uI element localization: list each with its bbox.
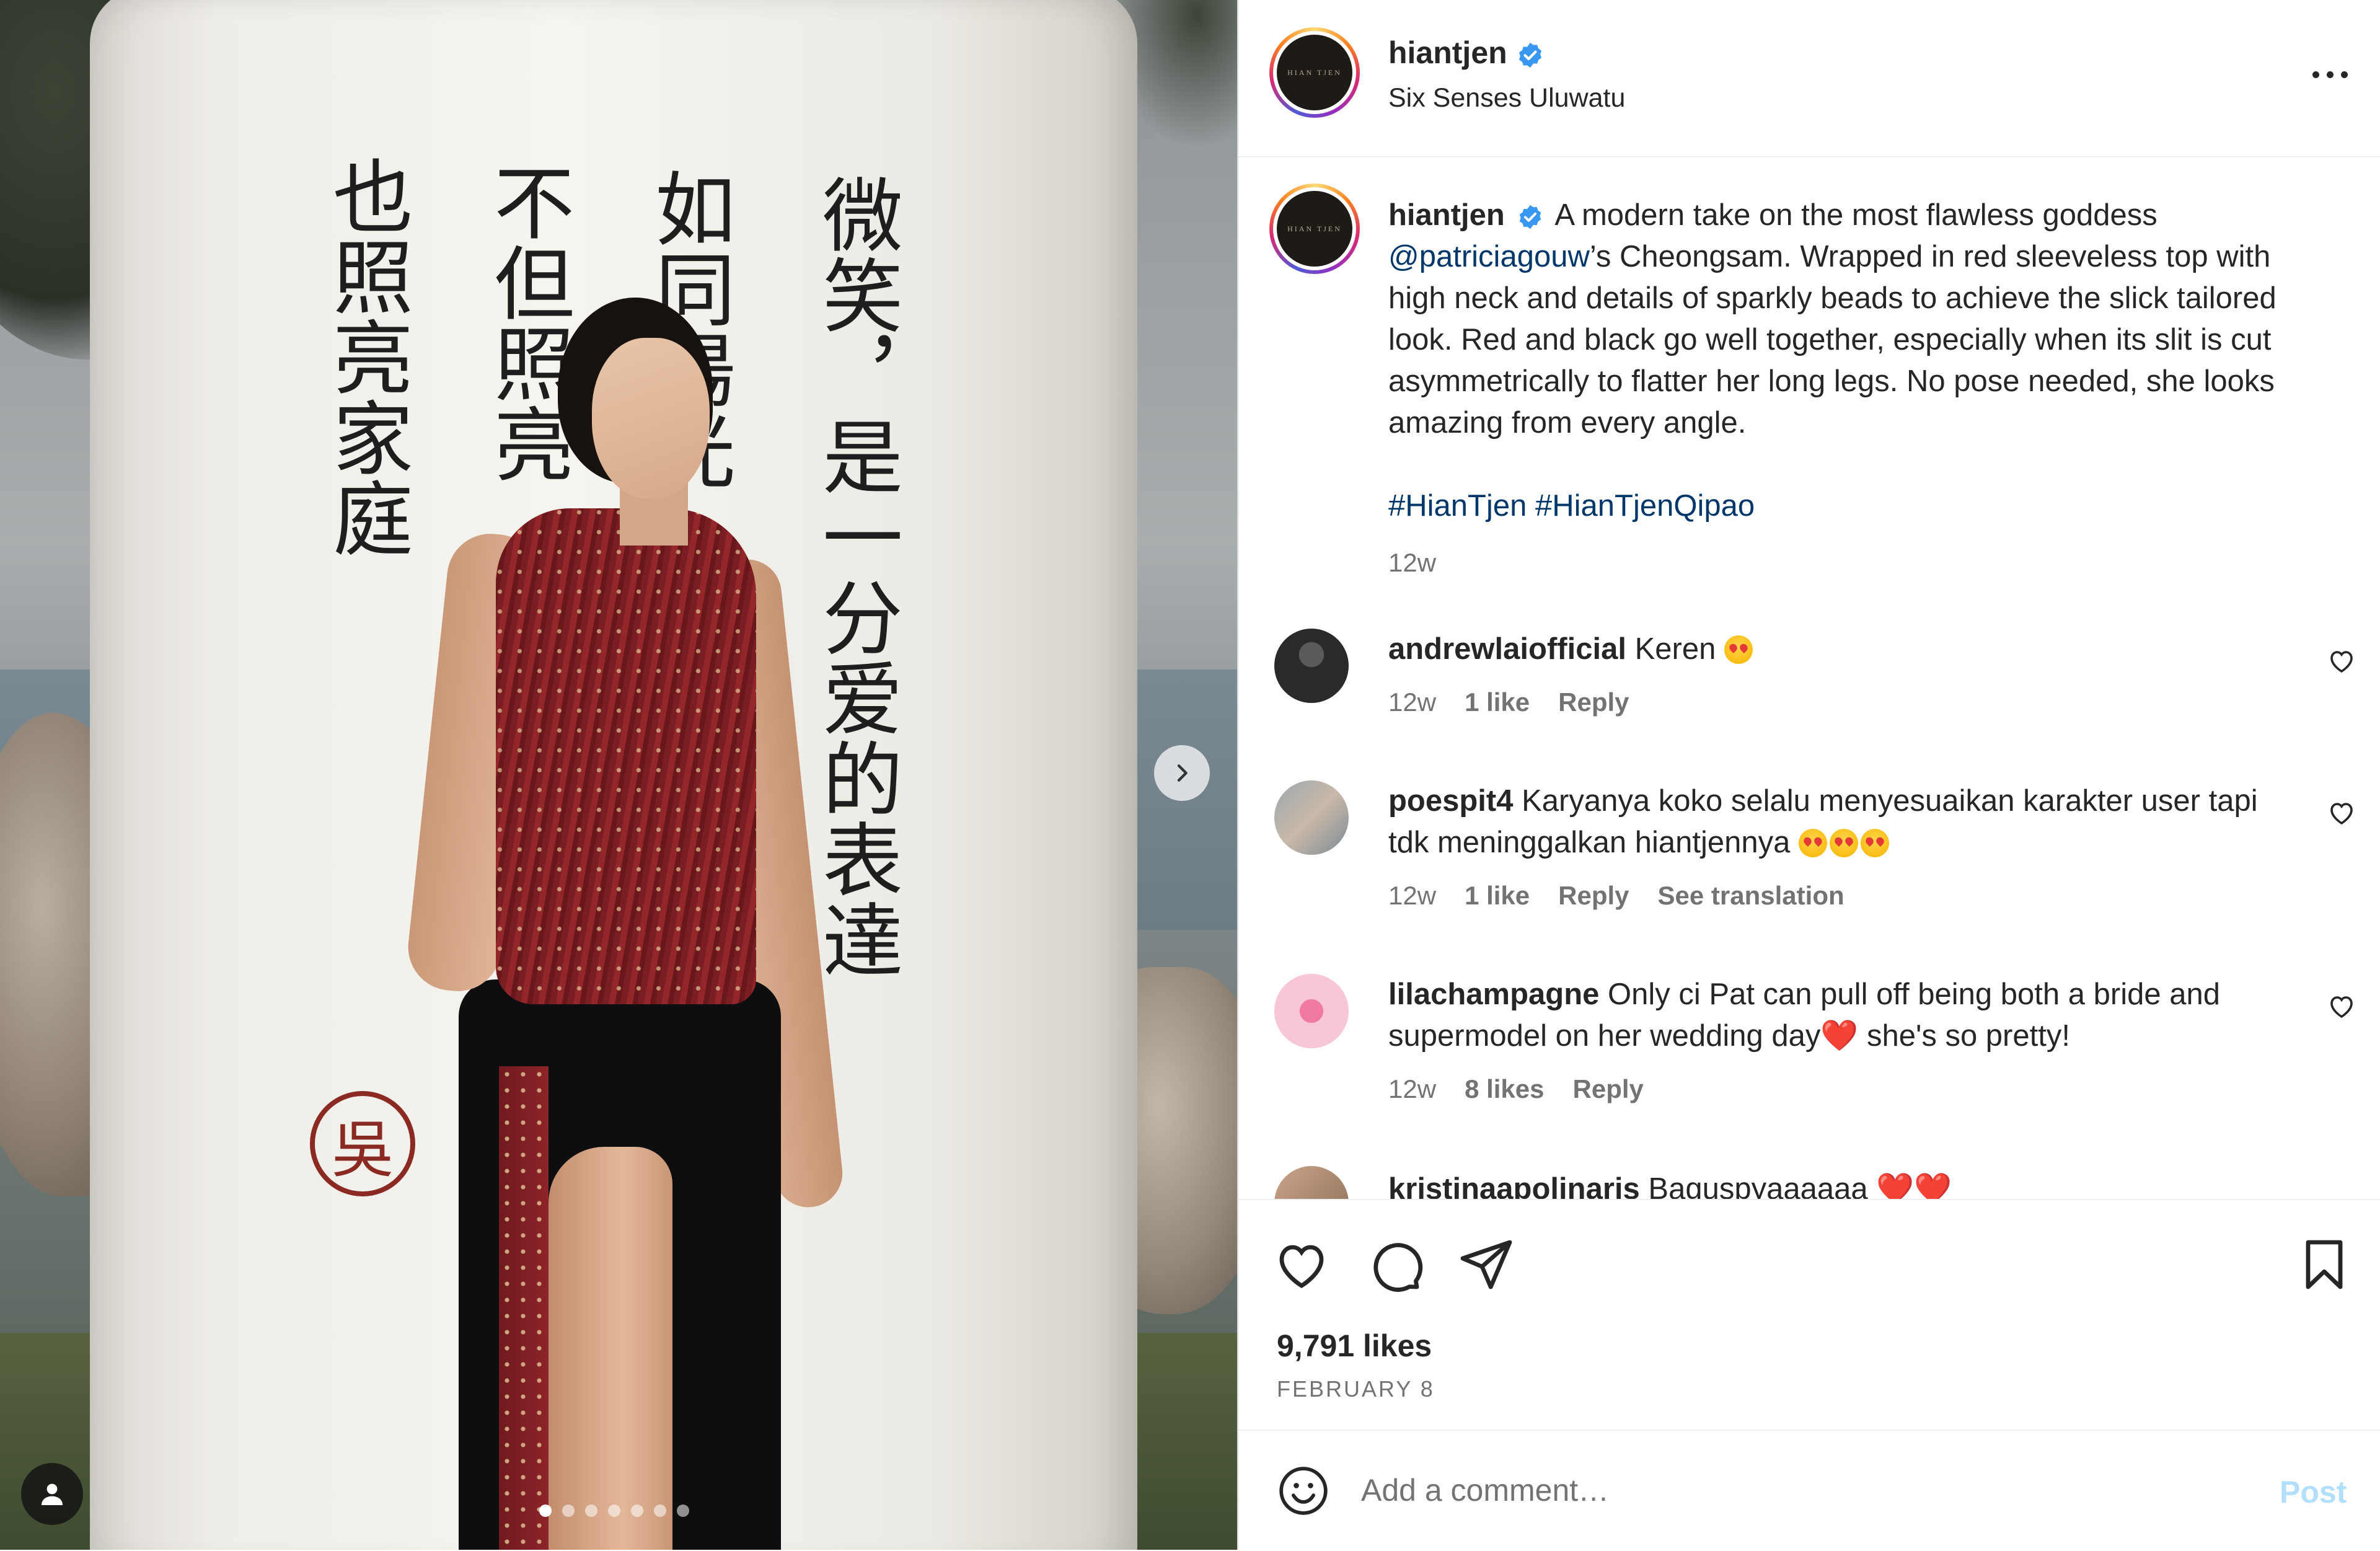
reply-button[interactable]: Reply	[1558, 681, 1629, 723]
caption-username[interactable]: hiantjen	[1388, 198, 1505, 232]
comment-likes[interactable]: 1 like	[1465, 875, 1530, 916]
caption-author-avatar[interactable]: HIAN TJEN	[1269, 183, 1360, 274]
like-count[interactable]: 9,791 likes	[1277, 1328, 1432, 1364]
commenter-username[interactable]: kristinaapolinaris	[1388, 1172, 1640, 1199]
carousel-indicator	[539, 1505, 689, 1517]
post-detail-panel: HIAN TJEN hiantjen Six Senses Uluwatu HI…	[1237, 0, 2380, 1550]
commenter-username[interactable]: andrewlaiofficial	[1388, 632, 1626, 666]
like-comment-heart-icon[interactable]	[2327, 991, 2356, 1021]
tagged-users-button[interactable]	[21, 1463, 83, 1525]
commenter-avatar[interactable]	[1274, 1166, 1349, 1199]
commenter-username[interactable]: lilachampagne	[1388, 978, 1599, 1011]
model-red-beaded-top	[496, 508, 756, 1004]
brand-logo: HIAN TJEN	[1277, 191, 1352, 267]
carousel-next-button[interactable]	[1154, 745, 1210, 801]
carousel-dot	[677, 1505, 689, 1517]
heart-eyes-emoji-icon	[1798, 829, 1827, 857]
comment-input[interactable]	[1360, 1462, 2180, 1519]
comment-likes[interactable]: 1 like	[1465, 681, 1530, 723]
commenter-username[interactable]: poespit4	[1388, 784, 1513, 818]
carousel-dot	[654, 1505, 666, 1517]
commenter-avatar[interactable]	[1274, 629, 1349, 703]
carousel-dot	[539, 1505, 552, 1517]
comment-meta: 12w 1 like Reply	[1388, 681, 2281, 723]
see-translation-button[interactable]: See translation	[1658, 875, 1844, 916]
carousel-dot	[585, 1505, 597, 1517]
heart-eyes-emoji-icon	[1860, 829, 1889, 857]
post-caption: hiantjen A modern take on the most flawl…	[1388, 195, 2318, 583]
comment-time[interactable]: 12w	[1388, 1068, 1436, 1110]
comment-text: Keren	[1634, 632, 1716, 666]
hashtag-link[interactable]: #HianTjenQipao	[1535, 489, 1755, 523]
post-location[interactable]: Six Senses Uluwatu	[1388, 83, 1625, 113]
save-bookmark-icon[interactable]	[2294, 1235, 2354, 1294]
brand-logo: HIAN TJEN	[1277, 35, 1352, 110]
emoji-picker-smiley-icon[interactable]	[1277, 1464, 1330, 1518]
verified-badge-icon	[1520, 205, 1541, 229]
calligraphy-column-1: 微笑，是一分爱的表達	[809, 174, 903, 979]
post-comment-button[interactable]: Post	[2280, 1474, 2347, 1510]
comment-meta: 12w 8 likes Reply	[1388, 1068, 2281, 1110]
red-heart-emoji: ❤️	[1820, 1019, 1859, 1053]
hashtag-link[interactable]: #HianTjen	[1388, 489, 1527, 523]
calligraphy-column-3: 不但照亮	[480, 161, 575, 484]
comment-likes[interactable]: 8 likes	[1465, 1068, 1544, 1110]
heart-eyes-emoji-icon	[1829, 829, 1858, 857]
calligraphy-column-4: 也照亮家庭	[319, 155, 413, 558]
comment-meta: 12w 1 like Reply See translation	[1388, 875, 2281, 916]
heart-eyes-emoji-icon	[1724, 635, 1753, 664]
carousel-dot	[608, 1505, 620, 1517]
user-icon	[42, 1483, 63, 1505]
post-header: HIAN TJEN hiantjen Six Senses Uluwatu	[1238, 0, 2380, 157]
dot-icon	[2340, 71, 2348, 78]
comment-composer: Post	[1238, 1429, 2380, 1551]
like-heart-icon[interactable]	[1272, 1235, 1331, 1294]
comment-text-tail: she's so pretty!	[1858, 1019, 2070, 1053]
reply-button[interactable]: Reply	[1573, 1068, 1644, 1110]
model-face	[592, 338, 710, 499]
author-name-row: hiantjen	[1388, 35, 1545, 71]
chevron-right-icon	[1177, 764, 1188, 782]
comment-text: Baguspyaaaaaa	[1648, 1172, 1868, 1199]
model-beaded-slit	[499, 1066, 549, 1550]
comment-time[interactable]: 12w	[1388, 875, 1436, 916]
commenter-avatar[interactable]	[1274, 780, 1349, 855]
red-heart-emoji: ❤️❤️	[1876, 1172, 1952, 1199]
carousel-dot	[631, 1505, 643, 1517]
comment-bubble-icon[interactable]	[1365, 1235, 1424, 1294]
post-photo: 微笑，是一分爱的表達 如同陽光 不但照亮 也照亮家庭 吳	[0, 0, 1237, 1550]
mention-link[interactable]: @patriciagouw	[1388, 240, 1590, 273]
dot-icon	[2312, 71, 2319, 78]
model-leg	[549, 1147, 672, 1550]
caption-timestamp[interactable]: 12w	[1388, 542, 2318, 583]
comments-list[interactable]: HIAN TJEN hiantjen A modern take on the …	[1238, 157, 2380, 1199]
red-seal-stamp: 吳	[310, 1091, 415, 1196]
share-paper-plane-icon[interactable]	[1457, 1235, 1516, 1294]
post-date[interactable]: FEBRUARY 8	[1277, 1376, 1435, 1402]
like-comment-heart-icon[interactable]	[2327, 798, 2356, 828]
verified-badge-icon	[1518, 42, 1541, 68]
dot-icon	[2326, 71, 2334, 78]
post-actions: 9,791 likes FEBRUARY 8	[1238, 1199, 2380, 1429]
hashtags: #HianTjen #HianTjenQipao	[1388, 485, 2318, 527]
commenter-avatar[interactable]	[1274, 974, 1349, 1048]
more-options-button[interactable]	[2302, 56, 2358, 93]
reply-button[interactable]: Reply	[1558, 875, 1629, 916]
caption-text-a: A modern take on the most flawless godde…	[1554, 198, 2157, 232]
comment-time[interactable]: 12w	[1388, 681, 1436, 723]
author-avatar[interactable]: HIAN TJEN	[1269, 27, 1360, 118]
author-username[interactable]: hiantjen	[1388, 35, 1507, 70]
carousel-dot	[562, 1505, 575, 1517]
like-comment-heart-icon[interactable]	[2327, 646, 2356, 676]
